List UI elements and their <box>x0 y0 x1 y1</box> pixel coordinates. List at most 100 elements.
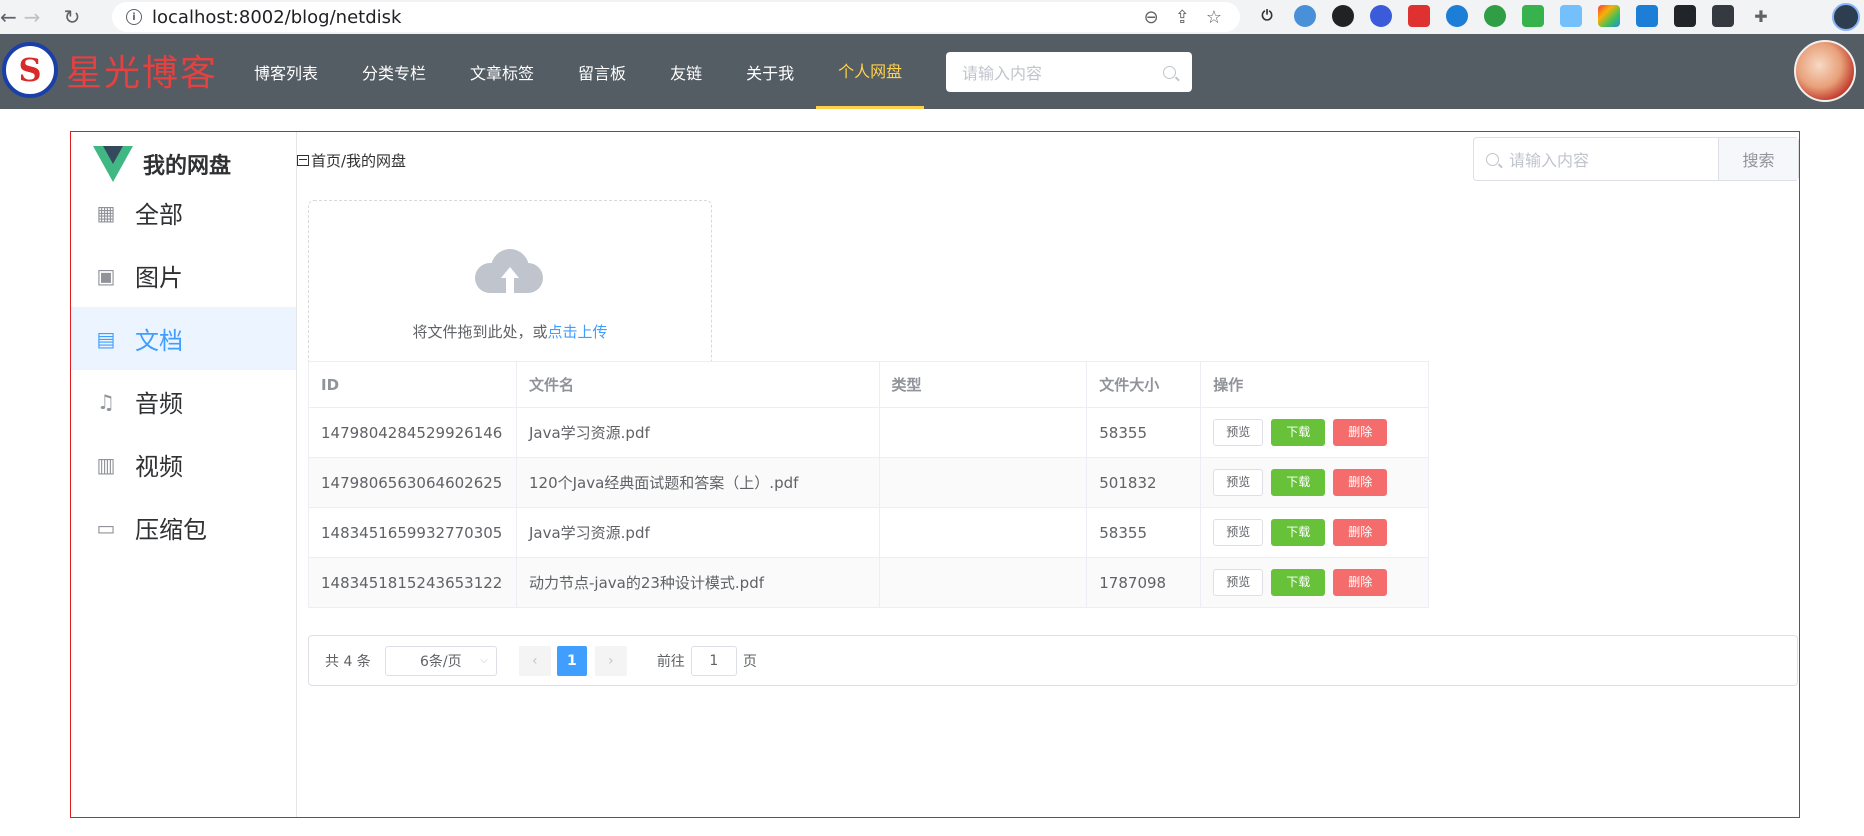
menu-item-netdisk[interactable]: 个人网盘 <box>816 34 925 109</box>
pagination: 共 4 条 6条/页 ⌵ ‹ 1 › 前往 1 页 <box>308 635 1798 686</box>
cell-id: 1479806563064602625 <box>308 457 517 508</box>
extensions-puzzle-icon[interactable]: ✚ <box>1750 5 1772 27</box>
goto-suffix: 页 <box>742 653 757 670</box>
delete-button[interactable]: 删除 <box>1333 569 1388 596</box>
sidebar-item-label: 图片 <box>135 264 183 292</box>
preview-button[interactable]: 预览 <box>1213 419 1264 446</box>
browser-profile-avatar[interactable] <box>1832 3 1860 31</box>
download-button[interactable]: 下载 <box>1271 569 1326 596</box>
cell-filename: 动力节点-java的23种设计模式.pdf <box>515 557 880 608</box>
menu-item-about[interactable]: 关于我 <box>724 34 816 109</box>
vue-devtools-icon[interactable] <box>1484 5 1506 27</box>
sidebar-item-audio[interactable]: ♫ 音频 <box>71 370 296 433</box>
site-info-icon[interactable]: i <box>126 9 142 25</box>
cell-id: 1483451815243653122 <box>308 557 517 608</box>
extension-icon[interactable] <box>1712 5 1734 27</box>
document-icon: ▤ <box>96 326 116 351</box>
extension-icon[interactable] <box>1408 5 1430 27</box>
cell-type <box>878 507 1088 558</box>
search-button[interactable]: 搜索 <box>1718 138 1798 180</box>
vue-logo-icon <box>93 146 133 182</box>
url-text[interactable]: localhost:8002/blog/netdisk <box>152 7 401 28</box>
table-row: 1479804284529926146 Java学习资源.pdf 58355 预… <box>308 407 1429 458</box>
menu-item-categories[interactable]: 分类专栏 <box>340 34 448 109</box>
sidebar-item-video[interactable]: ▥ 视频 <box>71 433 296 496</box>
grid-icon: ▦ <box>96 200 116 225</box>
cell-actions: 预览 下载 删除 <box>1200 457 1429 508</box>
headphones-icon: ♫ <box>97 389 115 414</box>
browser-toolbar: ← → ↻ i localhost:8002/blog/netdisk ⊖ ⇪ … <box>0 0 1864 34</box>
prev-page-button[interactable]: ‹ <box>518 645 551 676</box>
search-icon[interactable] <box>1163 65 1176 79</box>
next-page-button[interactable]: › <box>594 645 627 676</box>
extension-icon[interactable] <box>1370 5 1392 27</box>
goto-page-input[interactable]: 1 <box>690 645 737 676</box>
menu-item-friend-links[interactable]: 友链 <box>648 34 724 109</box>
cell-size: 58355 <box>1086 407 1202 458</box>
site-logo[interactable]: S 星光博客 <box>2 42 218 98</box>
sidebar-item-documents[interactable]: ▤ 文档 <box>71 307 296 370</box>
cell-type <box>878 557 1088 608</box>
menu-item-tags[interactable]: 文章标签 <box>448 34 556 109</box>
file-search-input[interactable]: 请输入内容 <box>1474 138 1718 180</box>
sidebar-item-label: 文档 <box>135 327 183 355</box>
menu-item-guestbook[interactable]: 留言板 <box>556 34 648 109</box>
extension-icon[interactable] <box>1636 5 1658 27</box>
extension-icon[interactable] <box>1674 5 1696 27</box>
page-number-current[interactable]: 1 <box>556 645 587 676</box>
preview-button[interactable]: 预览 <box>1213 569 1264 596</box>
sidebar-item-all[interactable]: ▦ 全部 <box>71 181 296 244</box>
back-button[interactable]: ← <box>0 0 17 34</box>
upload-cloud-icon <box>475 249 543 293</box>
page-size-value: 6条/页 <box>420 653 462 670</box>
image-icon: ▣ <box>96 263 116 288</box>
sidebar-item-label: 全部 <box>135 201 183 229</box>
download-button[interactable]: 下载 <box>1271 519 1326 546</box>
column-header-actions: 操作 <box>1200 361 1429 408</box>
file-table: ID 文件名 类型 文件大小 操作 1479804284529926146 Ja… <box>308 361 1429 608</box>
delete-button[interactable]: 删除 <box>1333 419 1388 446</box>
sidebar-item-label: 视频 <box>135 453 183 481</box>
table-row: 1479806563064602625 120个Java经典面试题和答案（上）.… <box>308 457 1429 508</box>
preview-button[interactable]: 预览 <box>1213 469 1264 496</box>
extension-icon[interactable] <box>1332 5 1354 27</box>
cell-type <box>878 457 1088 508</box>
page-size-select[interactable]: 6条/页 ⌵ <box>384 645 497 676</box>
shield-extension-icon[interactable] <box>1522 5 1544 27</box>
sidebar-item-archives[interactable]: ▭ 压缩包 <box>71 496 296 559</box>
power-extension-icon[interactable]: ⏻ <box>1256 5 1278 27</box>
extension-icon[interactable] <box>1294 5 1316 27</box>
sidebar-title-text: 我的网盘 <box>143 154 232 179</box>
netdisk-panel: 我的网盘 ▦ 全部 ▣ 图片 ▤ 文档 ♫ 音频 ▥ 视频 ▭ 压缩包 首页/我… <box>70 131 1800 818</box>
menu-item-blog-list[interactable]: 博客列表 <box>232 34 340 109</box>
header-search-input[interactable]: 请输入内容 <box>946 52 1192 92</box>
reload-button[interactable]: ↻ <box>52 0 92 34</box>
column-header-size: 文件大小 <box>1086 361 1202 408</box>
cell-size: 58355 <box>1086 507 1202 558</box>
delete-button[interactable]: 删除 <box>1333 519 1388 546</box>
download-button[interactable]: 下载 <box>1271 469 1326 496</box>
zoom-icon[interactable]: ⊖ <box>1144 7 1159 28</box>
column-header-type: 类型 <box>878 361 1088 408</box>
chevron-down-icon: ⌵ <box>480 654 488 666</box>
click-upload-link[interactable]: 点击上传 <box>548 323 608 341</box>
cell-filename: Java学习资源.pdf <box>515 407 880 458</box>
calendar-icon <box>297 155 309 166</box>
forward-button[interactable]: → <box>12 0 52 34</box>
sidebar-title: 我的网盘 <box>93 146 231 182</box>
breadcrumb-text[interactable]: 首页/我的网盘 <box>311 150 406 171</box>
extension-icon[interactable] <box>1446 5 1468 27</box>
goto-page: 前往 1 页 <box>657 645 757 676</box>
download-button[interactable]: 下载 <box>1271 419 1326 446</box>
extension-icon[interactable] <box>1598 5 1620 27</box>
extension-icon[interactable] <box>1560 5 1582 27</box>
delete-button[interactable]: 删除 <box>1333 469 1388 496</box>
netdisk-sidebar: 我的网盘 ▦ 全部 ▣ 图片 ▤ 文档 ♫ 音频 ▥ 视频 ▭ 压缩包 <box>71 132 297 817</box>
share-icon[interactable]: ⇪ <box>1175 7 1190 28</box>
column-header-id: ID <box>308 361 517 408</box>
preview-button[interactable]: 预览 <box>1213 519 1264 546</box>
sidebar-item-images[interactable]: ▣ 图片 <box>71 244 296 307</box>
user-avatar[interactable] <box>1794 40 1856 102</box>
address-bar[interactable]: i localhost:8002/blog/netdisk ⊖ ⇪ ☆ <box>112 2 1240 32</box>
bookmark-star-icon[interactable]: ☆ <box>1206 7 1222 28</box>
